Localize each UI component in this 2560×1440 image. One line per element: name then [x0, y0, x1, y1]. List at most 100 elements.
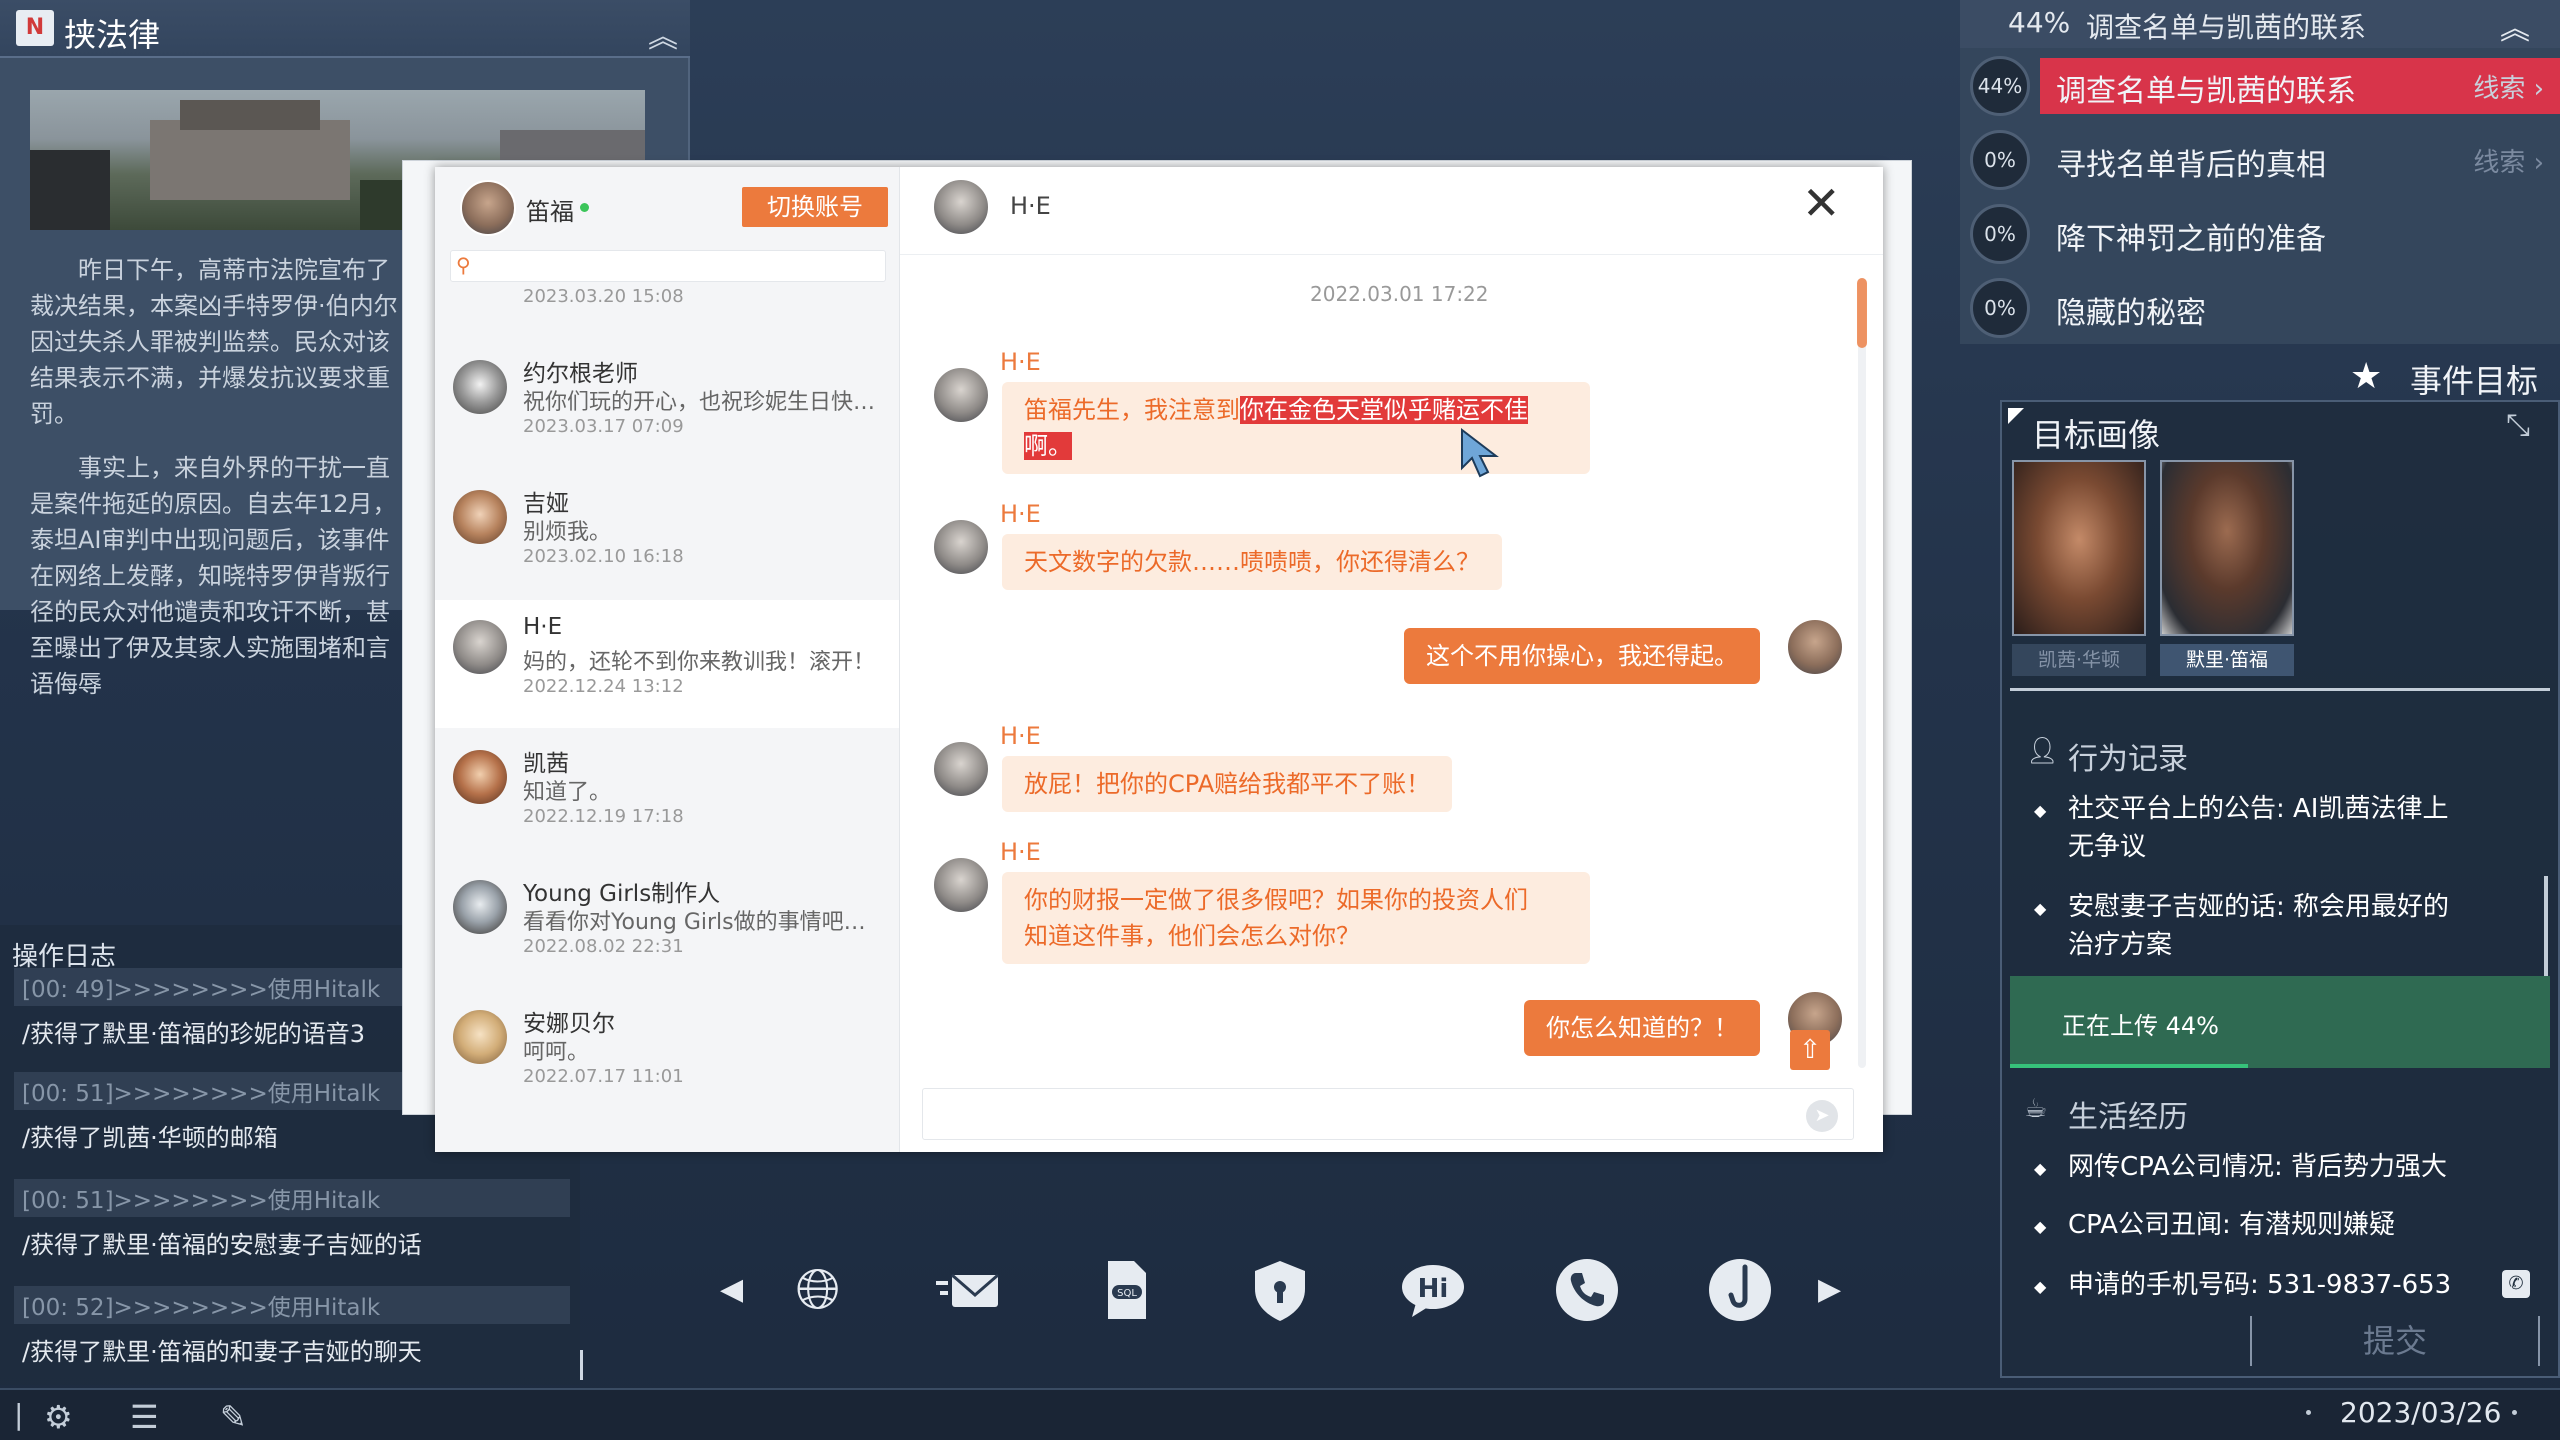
life-section-title: 生活经历	[2068, 1100, 2188, 1135]
news-app-icon: N	[16, 10, 54, 46]
portrait-kaixi[interactable]	[2012, 460, 2146, 636]
send-icon[interactable]: ➤	[1806, 1100, 1838, 1132]
contact-time: 2023.03.20 15:08	[523, 286, 684, 307]
news-paragraph: 事实上，来自外界的干扰一直是案件拖延的原因。自去年12月，泰坦AI审判中出现问题…	[30, 454, 397, 698]
contact-item[interactable]: 安娜贝尔 呵呵。 2022.07.17 11:01	[435, 990, 899, 1118]
highlighted-text[interactable]: 你在金色天堂似乎赌运不佳	[1240, 396, 1528, 424]
contact-name: Young Girls制作人	[523, 881, 721, 907]
avatar	[460, 180, 516, 236]
behavior-line: 无争议	[2068, 832, 2147, 862]
message-bubble[interactable]: 你的财报一定做了很多假吧？如果你的投资人们 知道这件事，他们会怎么对你？	[1002, 872, 1590, 964]
contact-last-message: 看看你对Young Girls做的事情吧……	[523, 910, 883, 935]
message-text: 这个不用你操心，我还得起。	[1426, 642, 1738, 670]
close-icon[interactable]: ✕	[1802, 180, 1841, 226]
behavior-item[interactable]: 安慰妻子吉娅的话: 称会用最好的治疗方案	[2034, 888, 2450, 964]
objective-header-percent: 44%	[2008, 6, 2071, 39]
star-icon: ★	[2350, 356, 2383, 397]
objective-progress: 0%	[1970, 130, 2030, 190]
avatar	[932, 856, 990, 914]
phone-icon[interactable]: ✆	[2502, 1270, 2530, 1298]
objective-label: 调查名单与凯茜的联系	[2056, 74, 2356, 109]
contact-item[interactable]: 凯茜 知道了。 2022.12.19 17:18	[435, 730, 899, 858]
highlighted-text[interactable]: 啊。	[1024, 432, 1072, 460]
message-bubble[interactable]: 放屁！把你的CPA赔给我都平不了账！	[1002, 756, 1453, 812]
contact-item[interactable]: H·E 妈的，还轮不到你来教训我！滚开！ 2022.12.24 13:12	[435, 600, 899, 728]
mail-icon[interactable]	[934, 1255, 1004, 1325]
task-list-icon[interactable]: ☰	[130, 1398, 159, 1436]
behavior-section-title: 行为记录	[2068, 742, 2188, 777]
objective-label: 隐藏的秘密	[2056, 296, 2206, 331]
message-bubble[interactable]: 这个不用你操心，我还得起。	[1404, 628, 1760, 684]
message-input[interactable]	[922, 1088, 1854, 1140]
switch-account-button[interactable]: 切换账号	[742, 187, 888, 227]
life-item[interactable]: CPA公司丑闻: 有潜规则嫌疑	[2034, 1206, 2395, 1246]
avatar	[932, 740, 990, 798]
contact-last-message: 祝你们玩的开心，也祝珍妮生日快乐！	[523, 390, 883, 415]
upload-icon[interactable]: ⇧	[1790, 1030, 1830, 1070]
news-article: 昨日下午，高蒂市法院宣布了裁决结果，本案凶手特罗伊·伯内尔因过失杀人罪被判监禁。…	[30, 252, 410, 720]
log-time: [00: 51]>>>>>>>>使用Hitalk	[14, 1179, 570, 1217]
life-item[interactable]: 网传CPA公司情况: 背后势力强大	[2034, 1148, 2447, 1188]
contact-time: 2023.03.17 07:09	[523, 416, 684, 437]
portrait-label: 默里·笛福	[2160, 644, 2294, 676]
objective-item[interactable]: 0% 寻找名单背后的真相 线索 ›	[1960, 126, 2560, 194]
dock-next-arrow[interactable]: ▶	[1818, 1272, 1841, 1307]
dock-prev-arrow[interactable]: ◀	[720, 1272, 743, 1307]
objective-clue-link[interactable]: 线索 ›	[2473, 68, 2544, 105]
upload-progress-fill	[2010, 1064, 2248, 1068]
contact-time: 2022.07.17 11:01	[523, 1066, 684, 1087]
avatar	[453, 620, 507, 674]
hitalk-icon[interactable]: Hi	[1398, 1255, 1468, 1325]
hitalk-icon-svg: Hi	[1402, 1265, 1464, 1317]
shield-icon[interactable]	[1245, 1255, 1315, 1325]
avatar	[453, 360, 507, 414]
contact-item[interactable]: Young Girls制作人 看看你对Young Girls做的事情吧…… 20…	[435, 860, 899, 988]
event-goal-button[interactable]: 事件目标	[2410, 356, 2538, 402]
avatar	[453, 880, 507, 934]
behavior-line: 安慰妻子吉娅的话: 称会用最好的	[2068, 892, 2450, 922]
behavior-item[interactable]: 社交平台上的公告: AI凯茜法律上无争议	[2034, 790, 2449, 866]
collapse-icon[interactable]: ︽	[648, 12, 678, 56]
notes-icon[interactable]: ✎	[220, 1398, 247, 1436]
globe-icon[interactable]: 🌐︎	[783, 1255, 853, 1325]
objective-progress: 0%	[1970, 204, 2030, 264]
search-input[interactable]	[450, 250, 886, 282]
message-text: 你怎么知道的？！	[1546, 1014, 1738, 1042]
account-name: 笛福	[526, 198, 574, 226]
objective-item[interactable]: 0% 隐藏的秘密	[1960, 274, 2560, 342]
portrait-moli[interactable]	[2160, 460, 2294, 636]
contact-name: 凯茜	[523, 751, 569, 777]
sql-icon[interactable]: SQL	[1090, 1255, 1160, 1325]
log-scrollbar[interactable]	[580, 1350, 583, 1380]
objective-item[interactable]: 44% 调查名单与凯茜的联系 线索 ›	[1960, 52, 2560, 120]
message-bubble[interactable]: 你怎么知道的？！	[1524, 1000, 1760, 1056]
contact-last-message: 知道了。	[523, 780, 612, 805]
phone-icon-svg	[1556, 1259, 1618, 1321]
submit-button[interactable]: 提交	[2250, 1316, 2540, 1366]
chat-scrollbar[interactable]	[1858, 278, 1866, 1068]
sql-icon-svg: SQL	[1108, 1261, 1146, 1319]
profile-divider	[2010, 688, 2550, 691]
chat-scrollbar-thumb[interactable]	[1857, 278, 1867, 348]
objective-label: 寻找名单背后的真相	[2056, 148, 2326, 183]
contact-item[interactable]: 约尔根老师 祝你们玩的开心，也祝珍妮生日快乐！ 2023.03.17 07:09	[435, 340, 899, 468]
message-bubble[interactable]: 天文数字的欠款……啧啧啧，你还得清么？	[1002, 534, 1502, 590]
phone-icon[interactable]	[1552, 1255, 1622, 1325]
contact-time: 2022.12.19 17:18	[523, 806, 684, 827]
life-item[interactable]: 申请的手机号码: 531-9837-653	[2034, 1266, 2451, 1306]
hook-icon[interactable]	[1705, 1255, 1775, 1325]
collapse-icon[interactable]: ︽	[2500, 4, 2530, 48]
chat-divider	[900, 254, 1883, 255]
contact-item[interactable]: 吉娅 别烦我。 2023.02.10 16:18	[435, 470, 899, 598]
gear-icon[interactable]: ⚙	[44, 1398, 73, 1436]
log-entry: [00: 52]>>>>>>>>使用Hitalk /获得了默里·笛福的和妻子吉娅…	[14, 1286, 574, 1367]
objective-progress: 44%	[1970, 56, 2030, 116]
expand-icon[interactable]: ⤡	[2506, 408, 2530, 443]
news-title: 挟法律	[64, 16, 161, 54]
contact-time: 2023.02.10 16:18	[523, 546, 684, 567]
avatar	[1786, 618, 1844, 676]
status-divider-icon: |	[14, 1398, 24, 1431]
objective-item[interactable]: 0% 降下神罚之前的准备	[1960, 200, 2560, 268]
profile-title: 目标画像	[2032, 416, 2161, 454]
objective-clue-link[interactable]: 线索 ›	[2473, 142, 2544, 179]
